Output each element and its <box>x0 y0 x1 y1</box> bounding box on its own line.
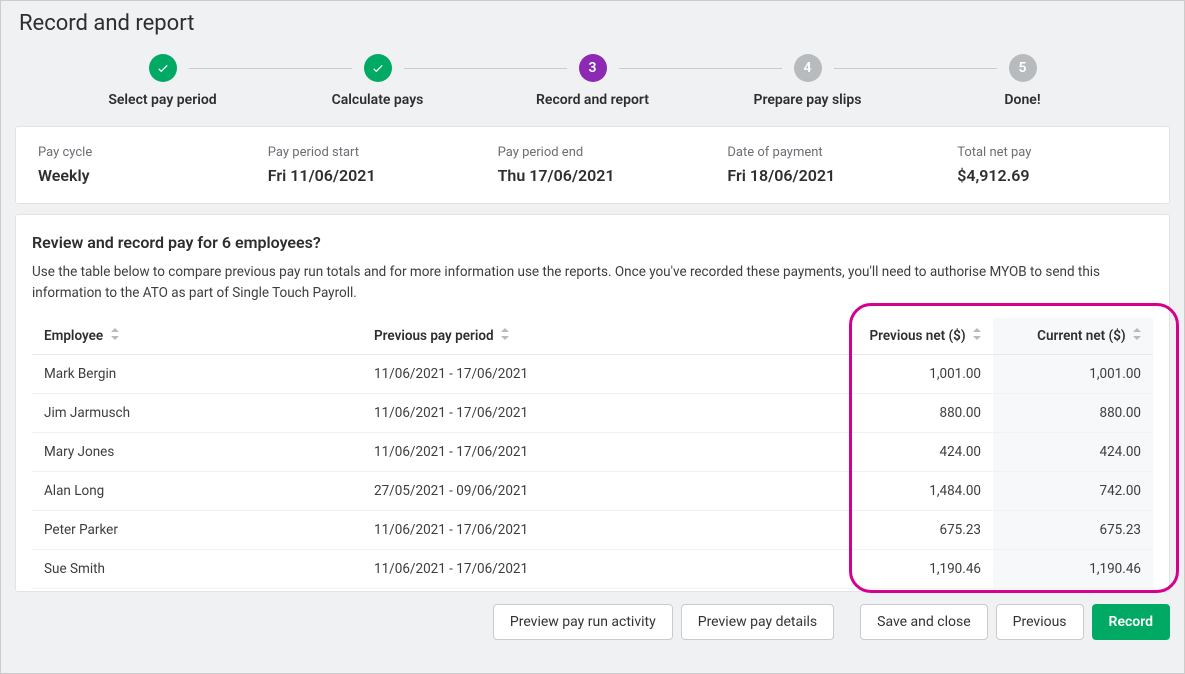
cell-prev-net: 1,190.46 <box>833 550 993 589</box>
table-row: Alan Long27/05/2021 - 09/06/20211,484.00… <box>32 472 1153 511</box>
cell-prev-period: 11/06/2021 - 17/06/2021 <box>362 511 833 550</box>
sort-icon <box>111 328 119 344</box>
cell-employee: Peter Parker <box>32 511 362 550</box>
sort-icon <box>973 328 981 344</box>
summary-period-start: Pay period start Fri 11/06/2021 <box>268 145 458 185</box>
col-employee[interactable]: Employee <box>32 318 362 355</box>
table-row: Mary Jones11/06/2021 - 17/06/2021424.004… <box>32 433 1153 472</box>
step-label: Record and report <box>536 92 649 108</box>
review-description: Use the table below to compare previous … <box>32 262 1153 304</box>
cell-prev-period: 11/06/2021 - 17/06/2021 <box>362 550 833 589</box>
summary-period-end: Pay period end Thu 17/06/2021 <box>498 145 688 185</box>
cell-prev-net: 675.23 <box>833 511 993 550</box>
table-row: Peter Parker11/06/2021 - 17/06/2021675.2… <box>32 511 1153 550</box>
footer-actions: Preview pay run activity Preview pay det… <box>15 602 1170 640</box>
cell-employee: Mary Jones <box>32 433 362 472</box>
cell-prev-net: 1,001.00 <box>833 355 993 394</box>
cell-employee: Sue Smith <box>32 550 362 589</box>
previous-button[interactable]: Previous <box>996 604 1084 640</box>
cell-employee: Jim Jarmusch <box>32 394 362 433</box>
step-label: Calculate pays <box>332 92 424 108</box>
cell-prev-net: 1,484.00 <box>833 472 993 511</box>
cell-prev-net: 880.00 <box>833 394 993 433</box>
page-title: Record and report <box>19 11 1170 36</box>
col-previous-period[interactable]: Previous pay period <box>362 318 833 355</box>
review-title: Review and record pay for 6 employees? <box>32 233 1153 252</box>
step-label: Done! <box>1004 92 1040 108</box>
cell-employee: Alan Long <box>32 472 362 511</box>
summary-total-net: Total net pay $4,912.69 <box>957 145 1147 185</box>
step-calculate-pays: Calculate pays <box>270 54 485 108</box>
step-prepare-pay-slips: 4 Prepare pay slips <box>700 54 915 108</box>
cell-employee: Mark Bergin <box>32 355 362 394</box>
step-number-icon: 5 <box>1009 54 1037 82</box>
preview-details-button[interactable]: Preview pay details <box>681 604 834 640</box>
cell-curr-net: 880.00 <box>993 394 1153 433</box>
step-label: Prepare pay slips <box>753 92 861 108</box>
table-row: Sue Smith11/06/2021 - 17/06/20211,190.46… <box>32 550 1153 589</box>
col-previous-net[interactable]: Previous net ($) <box>833 318 993 355</box>
cell-curr-net: 742.00 <box>993 472 1153 511</box>
save-close-button[interactable]: Save and close <box>860 604 988 640</box>
step-done: 5 Done! <box>915 54 1130 108</box>
step-select-pay-period: Select pay period <box>55 54 270 108</box>
cell-curr-net: 675.23 <box>993 511 1153 550</box>
cell-prev-period: 11/06/2021 - 17/06/2021 <box>362 394 833 433</box>
check-icon <box>364 54 392 82</box>
step-number-icon: 3 <box>579 54 607 82</box>
summary-pay-cycle: Pay cycle Weekly <box>38 145 228 185</box>
step-label: Select pay period <box>108 92 216 108</box>
summary-payment-date: Date of payment Fri 18/06/2021 <box>727 145 917 185</box>
table-row: Mark Bergin11/06/2021 - 17/06/20211,001.… <box>32 355 1153 394</box>
step-number-icon: 4 <box>794 54 822 82</box>
progress-stepper: Select pay period Calculate pays 3 Recor… <box>15 54 1170 108</box>
cell-curr-net: 1,001.00 <box>993 355 1153 394</box>
cell-curr-net: 424.00 <box>993 433 1153 472</box>
step-record-and-report: 3 Record and report <box>485 54 700 108</box>
record-button[interactable]: Record <box>1092 604 1170 640</box>
cell-prev-period: 11/06/2021 - 17/06/2021 <box>362 433 833 472</box>
sort-icon <box>1133 328 1141 344</box>
sort-icon <box>501 328 509 344</box>
col-current-net[interactable]: Current net ($) <box>993 318 1153 355</box>
table-row: Jim Jarmusch11/06/2021 - 17/06/2021880.0… <box>32 394 1153 433</box>
pay-summary-card: Pay cycle Weekly Pay period start Fri 11… <box>15 126 1170 204</box>
preview-activity-button[interactable]: Preview pay run activity <box>493 604 673 640</box>
cell-prev-net: 424.00 <box>833 433 993 472</box>
review-card: Review and record pay for 6 employees? U… <box>15 214 1170 592</box>
employee-pay-table: Employee Previous pay period Previous ne… <box>32 318 1153 589</box>
cell-prev-period: 11/06/2021 - 17/06/2021 <box>362 355 833 394</box>
cell-curr-net: 1,190.46 <box>993 550 1153 589</box>
check-icon <box>149 54 177 82</box>
cell-prev-period: 27/05/2021 - 09/06/2021 <box>362 472 833 511</box>
